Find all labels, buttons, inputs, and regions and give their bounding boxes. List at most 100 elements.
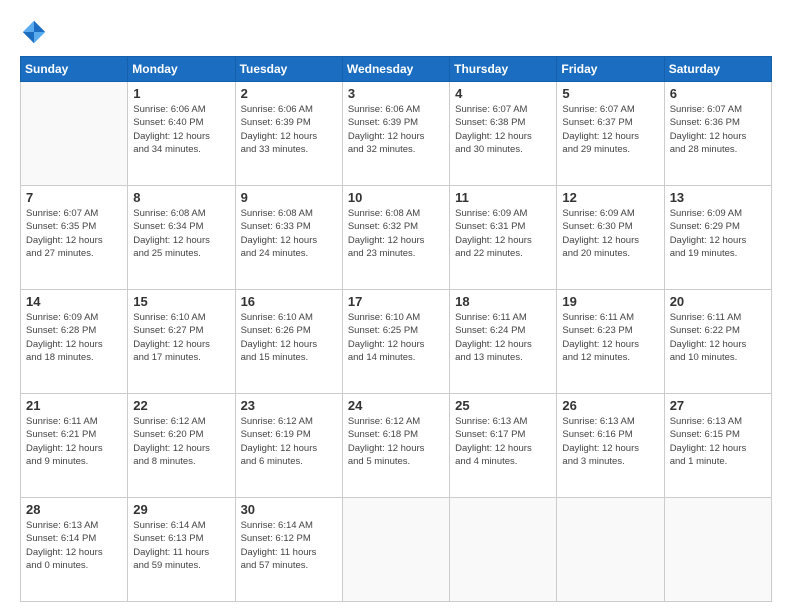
day-info: Sunrise: 6:10 AM Sunset: 6:25 PM Dayligh… — [348, 311, 444, 364]
day-info: Sunrise: 6:09 AM Sunset: 6:31 PM Dayligh… — [455, 207, 551, 260]
calendar-cell: 15 Sunrise: 6:10 AM Sunset: 6:27 PM Dayli… — [128, 290, 235, 394]
calendar-cell — [21, 82, 128, 186]
calendar-cell: 25 Sunrise: 6:13 AM Sunset: 6:17 PM Dayli… — [450, 394, 557, 498]
calendar-cell: 4 Sunrise: 6:07 AM Sunset: 6:38 PM Daylig… — [450, 82, 557, 186]
day-info: Sunrise: 6:10 AM Sunset: 6:26 PM Dayligh… — [241, 311, 337, 364]
week-row-3: 14 Sunrise: 6:09 AM Sunset: 6:28 PM Dayli… — [21, 290, 772, 394]
calendar-cell — [664, 498, 771, 602]
day-info: Sunrise: 6:06 AM Sunset: 6:39 PM Dayligh… — [348, 103, 444, 156]
calendar-cell: 18 Sunrise: 6:11 AM Sunset: 6:24 PM Dayli… — [450, 290, 557, 394]
calendar-cell: 6 Sunrise: 6:07 AM Sunset: 6:36 PM Daylig… — [664, 82, 771, 186]
calendar-cell: 5Sunrise: 6:07 AM Sunset: 6:37 PM Daylig… — [557, 82, 664, 186]
day-number: 24 — [348, 398, 444, 413]
logo-icon — [20, 18, 48, 46]
day-info: Sunrise: 6:11 AM Sunset: 6:22 PM Dayligh… — [670, 311, 766, 364]
calendar-cell: 30Sunrise: 6:14 AM Sunset: 6:12 PM Dayli… — [235, 498, 342, 602]
day-info: Sunrise: 6:14 AM Sunset: 6:12 PM Dayligh… — [241, 519, 337, 572]
week-row-4: 21Sunrise: 6:11 AM Sunset: 6:21 PM Dayli… — [21, 394, 772, 498]
day-number: 7 — [26, 190, 122, 205]
calendar-header-row: SundayMondayTuesdayWednesdayThursdayFrid… — [21, 57, 772, 82]
page: SundayMondayTuesdayWednesdayThursdayFrid… — [0, 0, 792, 612]
calendar-cell: 16 Sunrise: 6:10 AM Sunset: 6:26 PM Dayli… — [235, 290, 342, 394]
day-number: 13 — [670, 190, 766, 205]
calendar-cell: 26Sunrise: 6:13 AM Sunset: 6:16 PM Dayli… — [557, 394, 664, 498]
day-number: 6 — [670, 86, 766, 101]
col-header-thursday: Thursday — [450, 57, 557, 82]
calendar-cell: 20 Sunrise: 6:11 AM Sunset: 6:22 PM Dayli… — [664, 290, 771, 394]
calendar-cell: 23Sunrise: 6:12 AM Sunset: 6:19 PM Dayli… — [235, 394, 342, 498]
day-info: Sunrise: 6:11 AM Sunset: 6:24 PM Dayligh… — [455, 311, 551, 364]
day-info: Sunrise: 6:07 AM Sunset: 6:36 PM Dayligh… — [670, 103, 766, 156]
day-info: Sunrise: 6:10 AM Sunset: 6:27 PM Dayligh… — [133, 311, 229, 364]
day-info: Sunrise: 6:12 AM Sunset: 6:20 PM Dayligh… — [133, 415, 229, 468]
calendar-cell: 2 Sunrise: 6:06 AM Sunset: 6:39 PM Daylig… — [235, 82, 342, 186]
day-info: Sunrise: 6:12 AM Sunset: 6:19 PM Dayligh… — [241, 415, 337, 468]
day-info: Sunrise: 6:13 AM Sunset: 6:17 PM Dayligh… — [455, 415, 551, 468]
day-number: 17 — [348, 294, 444, 309]
day-number: 1 — [133, 86, 229, 101]
col-header-monday: Monday — [128, 57, 235, 82]
col-header-sunday: Sunday — [21, 57, 128, 82]
day-number: 20 — [670, 294, 766, 309]
day-number: 2 — [241, 86, 337, 101]
week-row-1: 1 Sunrise: 6:06 AM Sunset: 6:40 PM Daylig… — [21, 82, 772, 186]
week-row-2: 7 Sunrise: 6:07 AM Sunset: 6:35 PM Daylig… — [21, 186, 772, 290]
day-info: Sunrise: 6:06 AM Sunset: 6:39 PM Dayligh… — [241, 103, 337, 156]
calendar-cell: 13 Sunrise: 6:09 AM Sunset: 6:29 PM Dayli… — [664, 186, 771, 290]
calendar-cell: 11 Sunrise: 6:09 AM Sunset: 6:31 PM Dayli… — [450, 186, 557, 290]
calendar-cell — [342, 498, 449, 602]
day-info: Sunrise: 6:11 AM Sunset: 6:23 PM Dayligh… — [562, 311, 658, 364]
day-number: 11 — [455, 190, 551, 205]
day-number: 9 — [241, 190, 337, 205]
calendar-cell: 21Sunrise: 6:11 AM Sunset: 6:21 PM Dayli… — [21, 394, 128, 498]
day-number: 4 — [455, 86, 551, 101]
day-info: Sunrise: 6:07 AM Sunset: 6:35 PM Dayligh… — [26, 207, 122, 260]
calendar-cell: 14 Sunrise: 6:09 AM Sunset: 6:28 PM Dayli… — [21, 290, 128, 394]
calendar-cell: 1 Sunrise: 6:06 AM Sunset: 6:40 PM Daylig… — [128, 82, 235, 186]
day-info: Sunrise: 6:07 AM Sunset: 6:37 PM Dayligh… — [562, 103, 658, 156]
calendar-cell: 7 Sunrise: 6:07 AM Sunset: 6:35 PM Daylig… — [21, 186, 128, 290]
day-info: Sunrise: 6:08 AM Sunset: 6:33 PM Dayligh… — [241, 207, 337, 260]
calendar-cell: 24Sunrise: 6:12 AM Sunset: 6:18 PM Dayli… — [342, 394, 449, 498]
day-number: 18 — [455, 294, 551, 309]
calendar-cell: 17 Sunrise: 6:10 AM Sunset: 6:25 PM Dayli… — [342, 290, 449, 394]
day-info: Sunrise: 6:08 AM Sunset: 6:32 PM Dayligh… — [348, 207, 444, 260]
calendar-cell: 12Sunrise: 6:09 AM Sunset: 6:30 PM Dayli… — [557, 186, 664, 290]
calendar-cell: 19 Sunrise: 6:11 AM Sunset: 6:23 PM Dayli… — [557, 290, 664, 394]
day-number: 27 — [670, 398, 766, 413]
col-header-friday: Friday — [557, 57, 664, 82]
calendar-cell: 27 Sunrise: 6:13 AM Sunset: 6:15 PM Dayli… — [664, 394, 771, 498]
day-number: 22 — [133, 398, 229, 413]
day-number: 28 — [26, 502, 122, 517]
day-number: 29 — [133, 502, 229, 517]
day-info: Sunrise: 6:06 AM Sunset: 6:40 PM Dayligh… — [133, 103, 229, 156]
day-info: Sunrise: 6:09 AM Sunset: 6:28 PM Dayligh… — [26, 311, 122, 364]
day-info: Sunrise: 6:11 AM Sunset: 6:21 PM Dayligh… — [26, 415, 122, 468]
calendar-cell — [557, 498, 664, 602]
day-info: Sunrise: 6:13 AM Sunset: 6:15 PM Dayligh… — [670, 415, 766, 468]
day-number: 10 — [348, 190, 444, 205]
calendar-cell: 28Sunrise: 6:13 AM Sunset: 6:14 PM Dayli… — [21, 498, 128, 602]
day-number: 8 — [133, 190, 229, 205]
day-number: 16 — [241, 294, 337, 309]
day-info: Sunrise: 6:09 AM Sunset: 6:29 PM Dayligh… — [670, 207, 766, 260]
day-number: 25 — [455, 398, 551, 413]
day-number: 19 — [562, 294, 658, 309]
calendar-cell: 8Sunrise: 6:08 AM Sunset: 6:34 PM Daylig… — [128, 186, 235, 290]
calendar-cell: 10 Sunrise: 6:08 AM Sunset: 6:32 PM Dayli… — [342, 186, 449, 290]
day-info: Sunrise: 6:07 AM Sunset: 6:38 PM Dayligh… — [455, 103, 551, 156]
calendar-table: SundayMondayTuesdayWednesdayThursdayFrid… — [20, 56, 772, 602]
day-number: 15 — [133, 294, 229, 309]
col-header-tuesday: Tuesday — [235, 57, 342, 82]
day-number: 14 — [26, 294, 122, 309]
col-header-wednesday: Wednesday — [342, 57, 449, 82]
day-info: Sunrise: 6:09 AM Sunset: 6:30 PM Dayligh… — [562, 207, 658, 260]
col-header-saturday: Saturday — [664, 57, 771, 82]
calendar-cell: 29 Sunrise: 6:14 AM Sunset: 6:13 PM Dayli… — [128, 498, 235, 602]
calendar-cell — [450, 498, 557, 602]
day-number: 3 — [348, 86, 444, 101]
day-number: 26 — [562, 398, 658, 413]
week-row-5: 28Sunrise: 6:13 AM Sunset: 6:14 PM Dayli… — [21, 498, 772, 602]
day-info: Sunrise: 6:14 AM Sunset: 6:13 PM Dayligh… — [133, 519, 229, 572]
header — [20, 18, 772, 46]
